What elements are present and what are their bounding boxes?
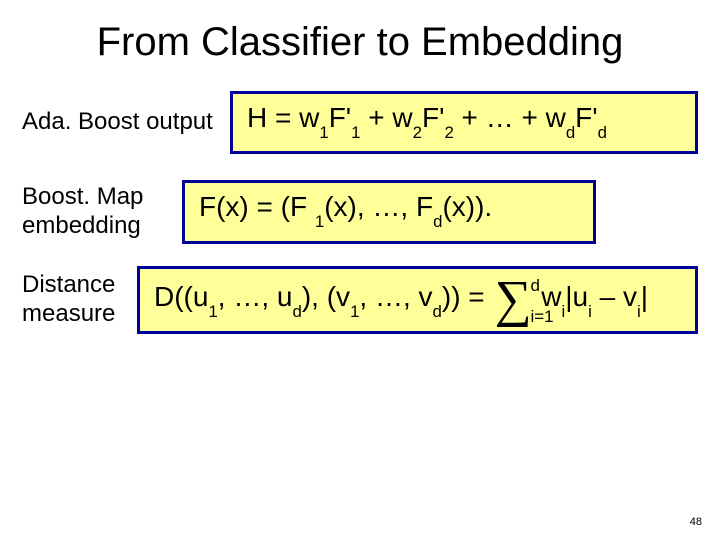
text: , …, u (218, 281, 293, 312)
subscript: i (562, 302, 566, 321)
label-adaboost: Ada. Boost output (22, 108, 230, 137)
text: )) = (442, 281, 493, 312)
row-distance: Distance measure D((u1, …, ud), (v1, …, … (22, 266, 698, 334)
slide: From Classifier to Embedding Ada. Boost … (0, 0, 720, 540)
text: , …, v (359, 281, 432, 312)
label-line: Boost. Map (22, 183, 143, 210)
subscript: 2 (444, 123, 453, 142)
page-number: 48 (690, 516, 702, 528)
subscript: d (566, 123, 575, 142)
text: (x)). (442, 191, 492, 222)
subscript: d (598, 123, 607, 142)
subscript: d (433, 302, 442, 321)
subscript: 1 (208, 302, 217, 321)
sigma-upper: d (530, 277, 539, 294)
subscript: 2 (413, 123, 422, 142)
formula-boostmap: F(x) = (F 1(x), …, Fd(x)). (182, 180, 596, 243)
text: – v (592, 281, 637, 312)
text: | (641, 281, 648, 312)
text: H = w (247, 102, 319, 133)
sigma-symbol: ∑ (494, 273, 531, 327)
subscript: i (588, 302, 592, 321)
subscript: 1 (351, 123, 360, 142)
subscript: i (637, 302, 641, 321)
subscript: d (433, 212, 442, 231)
slide-title: From Classifier to Embedding (22, 20, 698, 65)
label-boostmap: Boost. Map embedding (22, 183, 182, 241)
label-distance: Distance measure (22, 271, 137, 329)
text: + … + w (454, 102, 566, 133)
text: ), (v (302, 281, 350, 312)
label-line: embedding (22, 212, 141, 239)
text: F(x) = (F (199, 191, 315, 222)
sigma-lower: i=1 (530, 308, 553, 325)
formula-distance: D((u1, …, ud), (v1, …, vd)) = ∑ d i=1 wi… (137, 266, 698, 334)
sigma-icon: ∑ d i=1 (494, 273, 531, 327)
text: D((u (154, 281, 208, 312)
text: F' (575, 102, 597, 133)
subscript: 1 (319, 123, 328, 142)
text: |u (565, 281, 588, 312)
row-boostmap: Boost. Map embedding F(x) = (F 1(x), …, … (22, 180, 698, 243)
subscript: d (293, 302, 302, 321)
label-line: measure (22, 300, 115, 327)
formula-adaboost: H = w1F'1 + w2F'2 + … + wdF'd (230, 91, 698, 154)
subscript: 1 (350, 302, 359, 321)
text: F' (329, 102, 351, 133)
row-adaboost: Ada. Boost output H = w1F'1 + w2F'2 + … … (22, 91, 698, 154)
text: (x), …, F (324, 191, 433, 222)
text: F' (422, 102, 444, 133)
text: + w (361, 102, 413, 133)
label-line: Distance (22, 271, 115, 298)
subscript: 1 (315, 212, 324, 231)
